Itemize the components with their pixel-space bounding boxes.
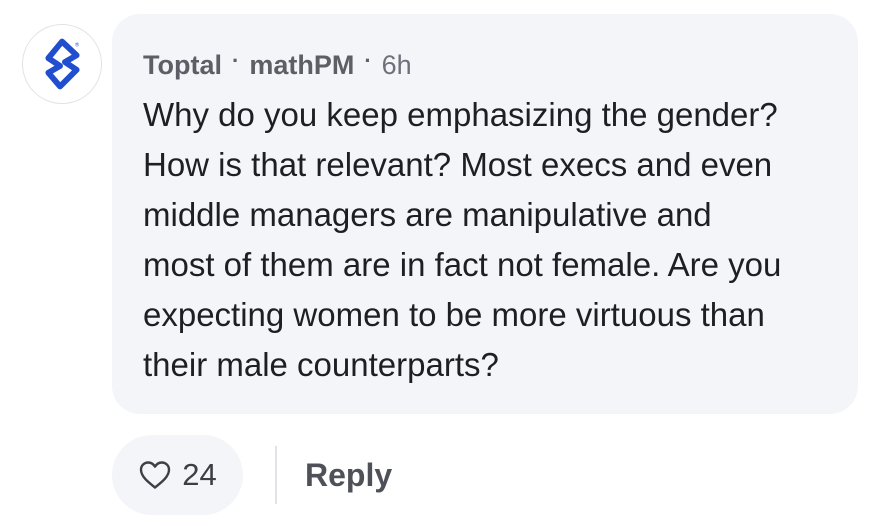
meta-separator: · [364,48,372,73]
like-button[interactable]: 24 [112,435,243,515]
svg-text:®: ® [75,41,80,48]
author-name[interactable]: mathPM [249,50,354,81]
avatar[interactable]: ® [22,24,102,104]
comment-timestamp: 6h [381,49,412,80]
comment-meta: Toptal · mathPM · 6h [143,48,828,82]
divider [275,446,277,504]
comment-actions: 24 Reply [112,435,392,515]
like-count: 24 [182,457,217,492]
meta-separator: · [231,48,240,73]
toptal-logo-icon: ® [45,38,80,90]
comment-text: Why do you keep emphasizing the gender? … [143,96,782,383]
reply-button[interactable]: Reply [305,457,392,494]
author-org[interactable]: Toptal [143,50,222,81]
comment-bubble: Toptal · mathPM · 6h Why do you keep emp… [112,14,858,414]
heart-icon [140,461,171,489]
